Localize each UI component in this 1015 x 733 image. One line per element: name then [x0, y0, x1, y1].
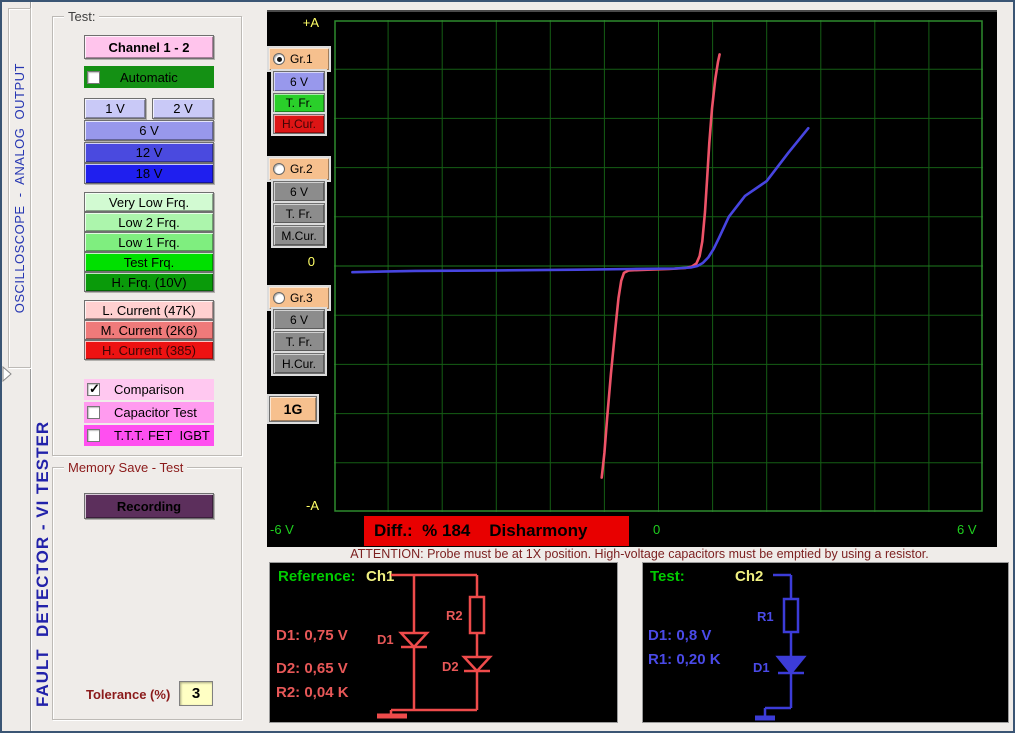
group-1-current-button[interactable]: H.Cur.: [273, 114, 325, 134]
y-axis-top-label: +A: [302, 15, 319, 30]
group-3-voltage-label: 6 V: [289, 312, 308, 327]
group-2-freq-label: T. Fr.: [285, 206, 313, 221]
current-high-button[interactable]: H. Current (385): [84, 340, 214, 360]
test-circuit-box: Test: Ch2 D1: 0,8 V R1: 0,20 K R1 D1: [642, 562, 1009, 723]
group-2-label: Gr.2: [290, 162, 313, 176]
tolerance-label: Tolerance (%): [86, 687, 171, 702]
group-2-radio-row[interactable]: Gr.2: [269, 158, 329, 180]
capacitor-test-checkbox[interactable]: [87, 406, 100, 419]
group-2-current-button[interactable]: M.Cur.: [273, 225, 325, 246]
group-3-freq-label: T. Fr.: [285, 334, 313, 349]
current-low-button[interactable]: L. Current (47K): [84, 300, 214, 320]
current-low-label: L. Current (47K): [102, 302, 196, 318]
scope-panel: +A 0 -A Gr.1 6 V T. Fr. H.Cur. Gr.2 6 V …: [267, 10, 997, 547]
test-group-label: Test:: [64, 10, 100, 23]
y-axis-bottom-label: -A: [306, 498, 319, 513]
group-3-radio[interactable]: [273, 292, 285, 304]
group-2-voltage-label: 6 V: [289, 184, 308, 199]
ttt-fet-igbt-option[interactable]: T.T.T. FET IGBT: [84, 425, 214, 446]
automatic-toggle[interactable]: Automatic: [84, 66, 214, 88]
recording-button[interactable]: Recording: [84, 493, 214, 519]
voltage-12v-button[interactable]: 12 V: [84, 142, 214, 163]
capacitor-test-option[interactable]: Capacitor Test: [84, 402, 214, 423]
freq-low2-button[interactable]: Low 2 Frq.: [84, 212, 214, 232]
freq-very-low-button[interactable]: Very Low Frq.: [84, 192, 214, 212]
x-axis-zero-label: 0: [653, 522, 661, 537]
ttt-fet-igbt-label: T.T.T. FET IGBT: [114, 428, 210, 443]
freq-high-label: H. Frq. (10V): [111, 274, 187, 290]
vi-plot: [334, 20, 983, 512]
reference-circuit-schematic: [377, 573, 493, 719]
recording-label: Recording: [116, 498, 182, 514]
channel-1-2-label: Channel 1 - 2: [108, 39, 190, 55]
tolerance-value: 3: [191, 685, 201, 702]
voltage-18v-button[interactable]: 18 V: [84, 163, 214, 184]
reference-circuit-box: Reference: Ch1 D1: 0,75 V D2: 0,65 V R2:…: [269, 562, 618, 723]
gain-1g-button[interactable]: 1G: [269, 396, 317, 422]
app-window: OSCILLOSCOPE - ANALOG OUTPUT FAULT DETEC…: [0, 0, 1015, 733]
voltage-2v-button[interactable]: 2 V: [152, 98, 214, 119]
automatic-label: Automatic: [120, 69, 178, 85]
group-1-voltage-button[interactable]: 6 V: [273, 71, 325, 92]
group-2-radio[interactable]: [273, 163, 285, 175]
test-circuit-schematic: [755, 573, 807, 721]
comparison-option[interactable]: Comparison: [84, 379, 214, 400]
current-mid-label: M. Current (2K6): [100, 322, 198, 338]
freq-test-label: Test Frq.: [123, 254, 175, 270]
tab-label: OSCILLOSCOPE - ANALOG OUTPUT: [12, 62, 27, 314]
comparison-label: Comparison: [114, 382, 185, 397]
y-axis-zero-label: 0: [307, 254, 315, 269]
group-3-radio-row[interactable]: Gr.3: [269, 287, 329, 309]
current-high-label: H. Current (385): [102, 342, 196, 358]
voltage-6v-label: 6 V: [139, 123, 159, 138]
group-1-current-label: H.Cur.: [281, 117, 316, 131]
freq-low1-button[interactable]: Low 1 Frq.: [84, 232, 214, 252]
x-axis-left-label: -6 V: [270, 522, 294, 537]
voltage-18v-label: 18 V: [135, 166, 163, 181]
group-1-freq-label: T. Fr.: [285, 96, 313, 110]
ttt-fet-igbt-checkbox[interactable]: [87, 429, 100, 442]
diff-status-text: Diff.: % 184 Disharmony: [374, 521, 588, 540]
freq-test-button[interactable]: Test Frq.: [84, 252, 214, 272]
group-3-freq-button[interactable]: T. Fr.: [273, 331, 325, 352]
group-1-freq-button[interactable]: T. Fr.: [273, 93, 325, 113]
voltage-6v-button[interactable]: 6 V: [84, 120, 214, 141]
current-mid-button[interactable]: M. Current (2K6): [84, 320, 214, 340]
memory-save-group-label: Memory Save - Test: [64, 461, 188, 474]
voltage-2v-label: 2 V: [173, 101, 193, 116]
automatic-checkbox[interactable]: [87, 70, 100, 84]
gain-1g-label: 1G: [283, 401, 303, 417]
voltage-1v-button[interactable]: 1 V: [84, 98, 146, 119]
freq-high-button[interactable]: H. Frq. (10V): [84, 272, 214, 292]
group-2-current-label: M.Cur.: [281, 228, 317, 243]
capacitor-test-label: Capacitor Test: [114, 405, 197, 420]
tab-arrow-icon: [2, 366, 12, 382]
group-1-voltage-label: 6 V: [289, 74, 308, 89]
voltage-1v-label: 1 V: [105, 101, 125, 116]
group-3-current-label: H.Cur.: [281, 356, 316, 371]
channel-1-2-button[interactable]: Channel 1 - 2: [84, 35, 214, 59]
freq-low1-label: Low 1 Frq.: [118, 234, 180, 250]
group-2-voltage-button[interactable]: 6 V: [273, 181, 325, 202]
voltage-12v-label: 12 V: [135, 145, 163, 160]
x-axis-right-label: 6 V: [957, 522, 977, 537]
attention-text: ATTENTION: Probe must be at 1X position.…: [350, 547, 929, 561]
group-3-label: Gr.3: [290, 291, 313, 305]
tolerance-input[interactable]: 3: [179, 681, 213, 706]
diff-status-bar: Diff.: % 184 Disharmony: [364, 516, 629, 546]
freq-low2-label: Low 2 Frq.: [118, 214, 180, 230]
group-1-radio-row[interactable]: Gr.1: [269, 48, 329, 70]
tab-oscilloscope-analog-output[interactable]: OSCILLOSCOPE - ANALOG OUTPUT: [8, 8, 31, 368]
comparison-checkbox[interactable]: [87, 381, 100, 397]
group-1-label: Gr.1: [290, 52, 313, 66]
group-2-freq-button[interactable]: T. Fr.: [273, 203, 325, 224]
group-3-current-button[interactable]: H.Cur.: [273, 353, 325, 374]
freq-very-low-label: Very Low Frq.: [108, 194, 190, 210]
group-1-radio[interactable]: [273, 53, 285, 65]
group-3-voltage-button[interactable]: 6 V: [273, 309, 325, 330]
